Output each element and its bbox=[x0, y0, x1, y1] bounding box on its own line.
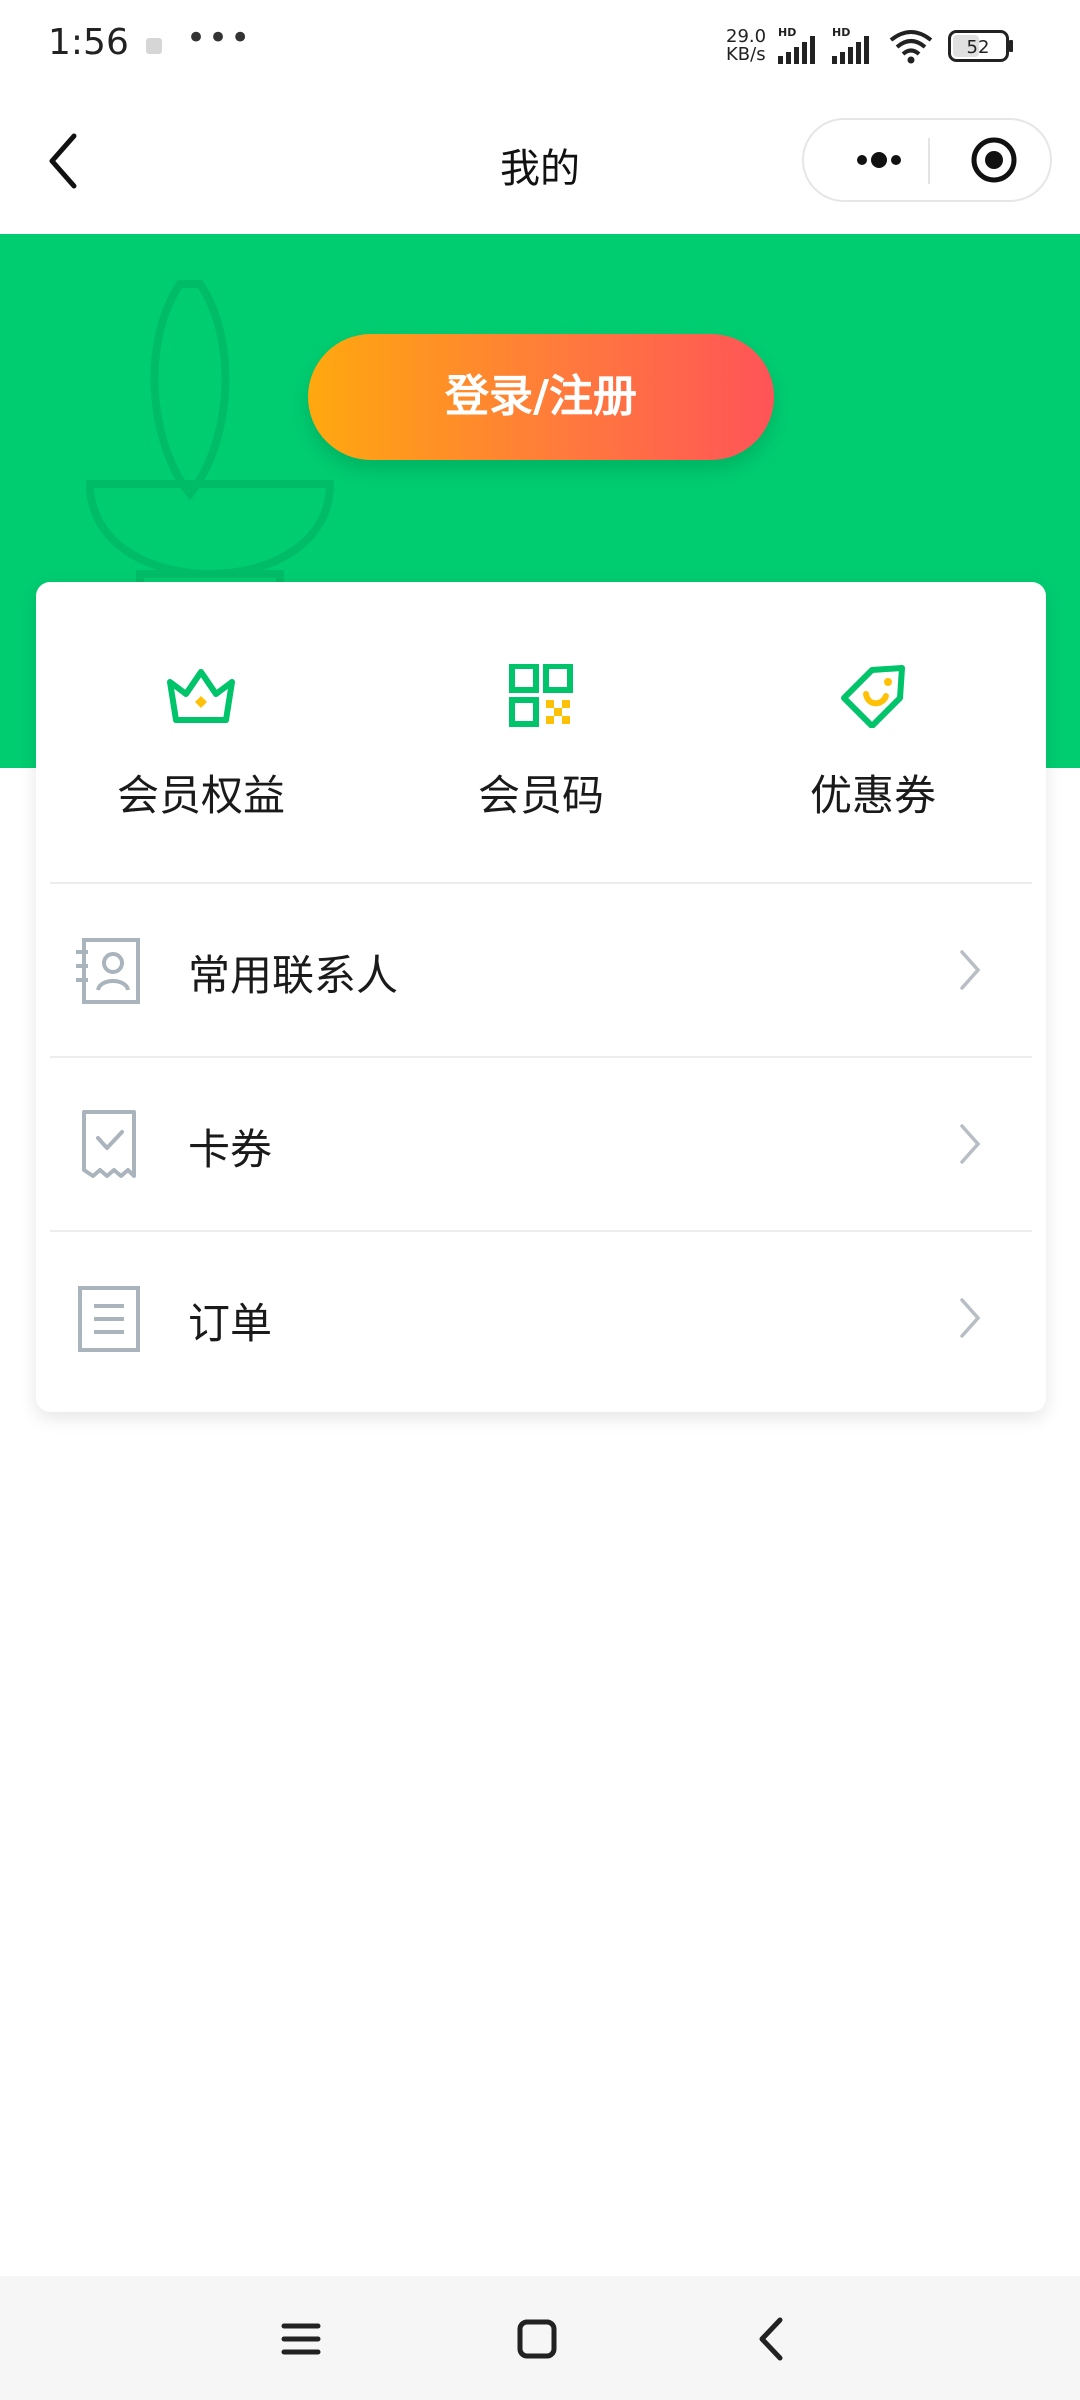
signal-2-icon: HD bbox=[832, 26, 869, 64]
login-register-button[interactable]: 登录/注册 bbox=[308, 334, 774, 460]
status-time: 1:56 bbox=[48, 22, 129, 63]
network-speed-unit: KB/s bbox=[726, 44, 766, 65]
menu-row-vouchers[interactable]: 卡券 bbox=[36, 1058, 1046, 1230]
chevron-right-icon bbox=[960, 1124, 981, 1164]
contact-card-icon bbox=[76, 938, 140, 1004]
menu-row-label: 常用联系人 bbox=[188, 951, 399, 1000]
order-document-icon bbox=[78, 1286, 140, 1352]
menu-row-orders[interactable]: 订单 bbox=[36, 1232, 1046, 1404]
member-card: 会员权益 会员码 优惠券 常用联系人 卡券 订单 bbox=[36, 582, 1046, 1412]
signal-1-icon: HD bbox=[778, 26, 815, 64]
system-nav-bar bbox=[0, 2276, 1080, 2400]
quick-action-label: 会员权益 bbox=[116, 771, 285, 820]
quick-action-label: 会员码 bbox=[477, 771, 604, 820]
crown-icon bbox=[167, 669, 235, 723]
battery-level: 52 bbox=[967, 37, 990, 58]
network-speed: 29.0 KB/s bbox=[726, 28, 786, 64]
status-bar: 1:56 ••• 29.0 KB/s HD HD 52 bbox=[0, 0, 1080, 96]
hd-2-label: HD bbox=[832, 26, 850, 39]
menu-row-label: 卡券 bbox=[188, 1125, 273, 1174]
menu-row-label: 订单 bbox=[188, 1299, 273, 1348]
voucher-icon bbox=[82, 1110, 136, 1178]
my-page: 1:56 ••• 29.0 KB/s HD HD 52 我的 登录/注册 会员权… bbox=[0, 0, 1080, 2400]
quick-action-label: 优惠券 bbox=[809, 771, 936, 820]
home-square-icon[interactable] bbox=[502, 2304, 572, 2374]
capsule-divider bbox=[928, 138, 930, 184]
notification-icon bbox=[146, 38, 162, 54]
menu-lines-icon[interactable] bbox=[266, 2304, 336, 2374]
more-dots-icon[interactable] bbox=[834, 120, 924, 200]
target-circle-icon[interactable] bbox=[954, 120, 1034, 200]
status-more-icon: ••• bbox=[186, 18, 253, 58]
hd-1-label: HD bbox=[778, 26, 796, 39]
title-bar: 我的 bbox=[0, 96, 1080, 234]
chevron-right-icon bbox=[960, 950, 981, 990]
chevron-right-icon bbox=[960, 1298, 981, 1338]
qr-code-icon bbox=[509, 664, 573, 727]
mini-program-capsule bbox=[802, 118, 1052, 202]
quick-action-member-code[interactable]: 会员码 bbox=[376, 582, 706, 882]
wifi-icon bbox=[889, 30, 933, 64]
battery-icon: 52 bbox=[948, 30, 1013, 62]
coupon-tag-icon bbox=[841, 665, 905, 728]
quick-action-member-benefits[interactable]: 会员权益 bbox=[36, 582, 366, 882]
menu-row-contacts[interactable]: 常用联系人 bbox=[36, 884, 1046, 1056]
back-chevron-icon[interactable] bbox=[738, 2304, 808, 2374]
quick-action-coupons[interactable]: 优惠券 bbox=[708, 582, 1038, 882]
